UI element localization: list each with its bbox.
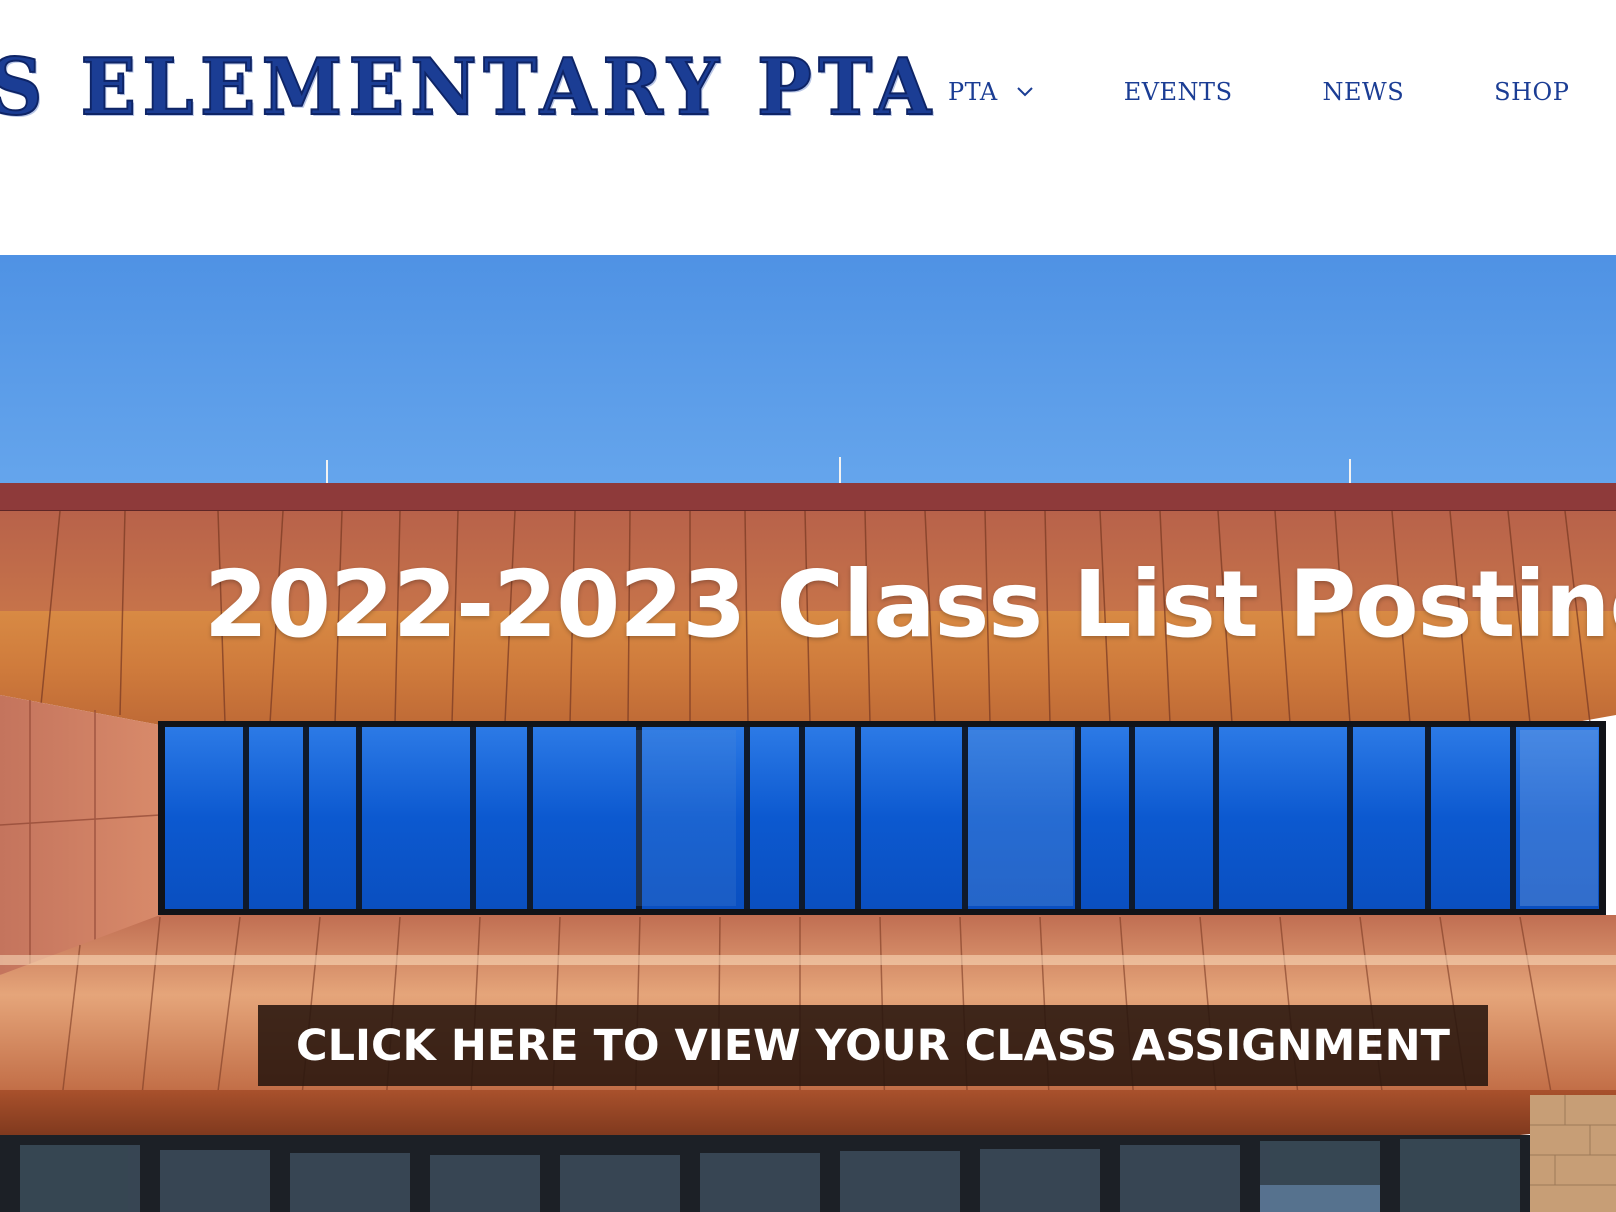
nav-item-shop[interactable]: SHOP: [1494, 78, 1569, 106]
page: S ELEMENTARY PTA PTA EVENTS NEWS SHOP 20…: [0, 0, 1616, 1212]
nav-item-label: PTA: [948, 78, 998, 106]
nav-item-pta[interactable]: PTA: [948, 78, 1034, 106]
nav-item-news[interactable]: NEWS: [1323, 78, 1405, 106]
site-logo[interactable]: S ELEMENTARY PTA: [0, 42, 1009, 133]
chevron-down-icon: [1016, 87, 1033, 97]
hero-banner: 2022-2023 Class List Posting CLICK HERE …: [0, 255, 1616, 1212]
nav-item-label: NEWS: [1322, 78, 1405, 106]
view-class-assignment-button[interactable]: CLICK HERE TO VIEW YOUR CLASS ASSIGNMENT: [258, 1005, 1488, 1086]
logo-text: S ELEMENTARY PTA: [0, 42, 938, 133]
nav-item-label: EVENTS: [1123, 78, 1233, 106]
site-header: S ELEMENTARY PTA PTA EVENTS NEWS SHOP: [0, 0, 1616, 255]
nav-item-label: SHOP: [1494, 78, 1570, 106]
main-nav: PTA EVENTS NEWS SHOP: [948, 70, 1569, 114]
hero-title: 2022-2023 Class List Posting: [204, 551, 1616, 658]
nav-item-events[interactable]: EVENTS: [1124, 78, 1233, 106]
